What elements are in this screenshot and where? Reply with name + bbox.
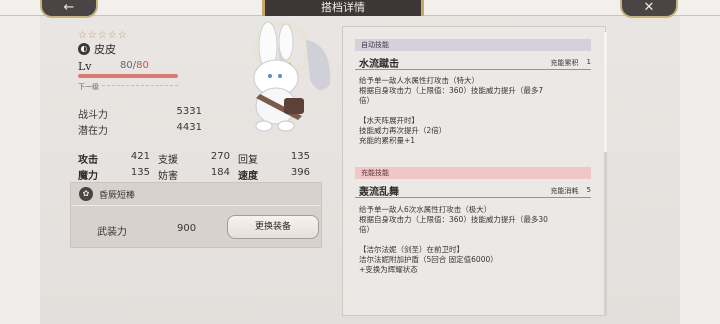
stat-label: 速度 [238,170,258,182]
auto-skill-divider [355,69,591,70]
stat-label: 支援 [158,154,178,166]
description-line: 充能的累积量+1 [359,136,416,145]
stat-cell: 速度 396 [238,167,318,182]
back-arrow-icon: ← [63,0,75,15]
close-icon: ✕ [643,0,655,15]
level-current: 80/ [120,60,137,71]
description-line [359,235,589,245]
character-portrait [253,21,331,132]
stat-value: 135 [290,150,310,162]
combat-power-label: 战斗力 [78,110,108,121]
stat-cell: 支援 270 [158,151,238,166]
window-title: 搭档详情 [262,0,424,16]
charge-skill-header: 充能技能 [355,167,591,179]
auto-skill-meta: 充能累积 1 [551,58,591,68]
description-line: 根据自身攻击力（上限值：360）技能威力提升（最多7 [359,86,544,95]
description-line: 洁尔法妮附加护盾（5回合 固定值6000） [359,255,498,264]
skill-panel[interactable]: 自动技能 水流蹴击 充能累积 1 给予单一敌人水属性打攻击（特大） 根据自身攻击力… [342,26,606,316]
stats-row: 魔力 135 妨害 184 速度 396 [78,166,318,182]
change-equipment-button[interactable]: 更换装备 [227,215,319,239]
charge-skill-meta-value: 5 [586,186,591,194]
stat-label: 回复 [238,154,258,166]
potential-row: 潜在力 4431 [78,122,202,137]
app-root: 搭档详情 ← ✕ ☆☆☆☆☆ ◐ 皮皮 Lv 80/80 下一级 战斗力 533… [0,0,720,324]
potential-value: 4431 [176,122,202,133]
rarity-stars: ☆☆☆☆☆ [78,30,128,41]
xp-bar-fill [78,74,178,78]
equipment-divider [71,205,321,206]
charge-skill-description: 给予单一敌人6次水属性打攻击（极大） 根据自身攻击力（上限值：360）技能威力提升… [359,205,589,275]
stat-label: 攻击 [78,154,98,166]
close-button[interactable]: ✕ [620,0,678,18]
stat-value: 184 [210,166,230,178]
stat-value: 270 [210,150,230,162]
charge-skill-meta: 充能消耗 5 [551,186,591,196]
character-name: 皮皮 [94,43,116,56]
back-button[interactable]: ← [40,0,98,18]
description-line: 根据自身攻击力（上限值：360）技能威力提升（最多30 [359,215,548,224]
stat-cell: 回复 135 [238,151,318,166]
charge-skill-divider [355,197,591,198]
description-line: 倍） [359,96,374,105]
combat-power-row: 战斗力 5331 [78,106,202,121]
level-value: 80/80 [120,60,149,71]
stats-grid: 攻击 421 支援 270 回复 135 魔力 135 妨害 184 速度 396 [78,150,318,182]
description-line [359,106,589,116]
combat-power-value: 5331 [176,106,202,117]
description-line: +变换为辉耀状态 [359,265,418,274]
description-line: 【水天阵展开时】 [359,116,419,125]
element-icon: ◐ [78,43,90,55]
charge-skill-name: 轰流乱舞 [359,187,399,198]
auto-skill-header: 自动技能 [355,39,591,51]
description-line: 给予单一敌人6次水属性打攻击（极大） [359,205,492,214]
stat-cell: 魔力 135 [78,167,158,182]
stat-value: 396 [290,166,310,178]
skill-scrollbar-thumb[interactable] [604,32,607,152]
xp-bar [78,74,178,78]
name-row: ◐ 皮皮 [78,42,116,56]
equipment-header: ✿ 昏厥短棒 [79,187,135,201]
level-label: Lv [78,60,92,73]
description-line: 给予单一敌人水属性打攻击（特大） [359,76,479,85]
stat-cell: 攻击 421 [78,151,158,166]
stat-label: 魔力 [78,170,98,182]
left-margin [0,0,40,324]
stat-value: 421 [130,150,150,162]
stat-cell: 妨害 184 [158,167,238,182]
right-margin [680,0,720,324]
description-line: 【洁尔法妮（剑圣）在前卫时】 [359,245,464,254]
description-line: 倍） [359,225,374,234]
equipment-name: 昏厥短棒 [99,190,136,201]
armament-value: 900 [177,223,197,234]
auto-skill-name: 水流蹴击 [359,59,399,70]
stat-label: 妨害 [158,170,178,182]
next-level-divider [102,85,178,86]
charge-skill-meta-label: 充能消耗 [550,187,579,195]
auto-skill-meta-label: 充能累积 [550,59,579,67]
stat-value: 135 [130,166,150,178]
description-line: 技能威力再次提升（2倍） [359,126,447,135]
auto-skill-meta-value: 1 [586,58,591,66]
level-max: 80 [136,60,149,71]
equipment-panel: ✿ 昏厥短棒 武装力 900 更换装备 [70,182,322,248]
next-level-label: 下一级 [78,83,99,91]
equipment-icon: ✿ [79,187,93,201]
auto-skill-description: 给予单一敌人水属性打攻击（特大） 根据自身攻击力（上限值：360）技能威力提升（最… [359,76,589,146]
potential-label: 潜在力 [78,126,108,137]
stats-row: 攻击 421 支援 270 回复 135 [78,150,318,166]
armament-label: 武装力 [97,227,127,238]
